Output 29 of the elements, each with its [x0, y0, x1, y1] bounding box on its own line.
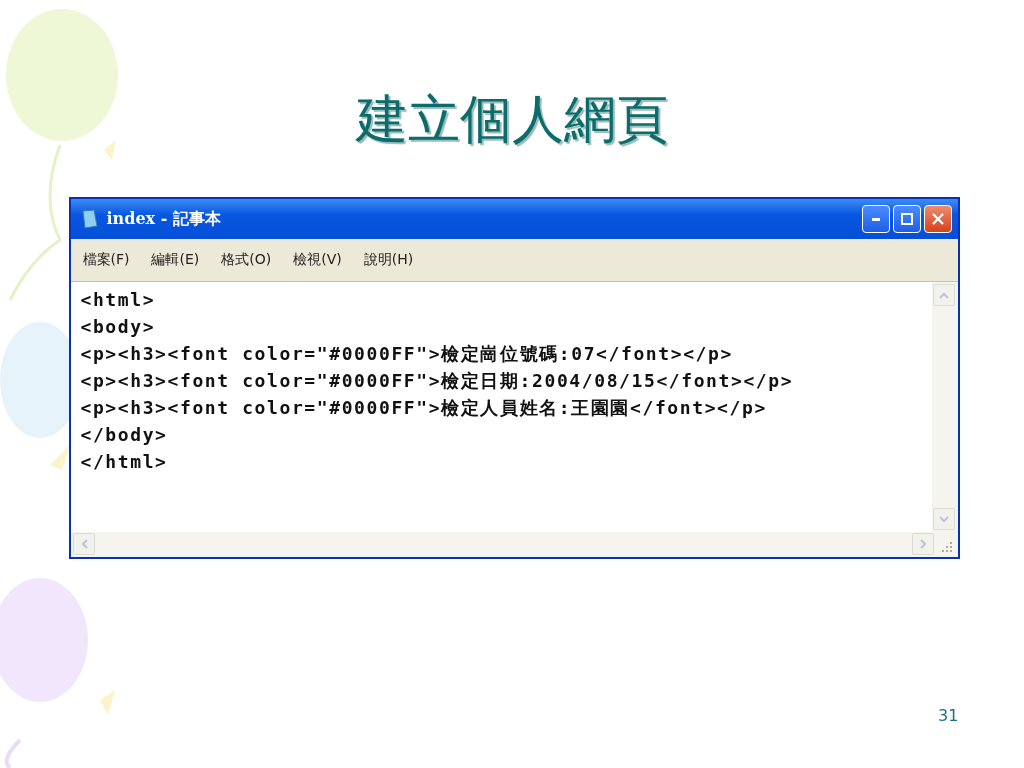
menu-item[interactable]: 格式(O) [221, 251, 272, 269]
maximize-button[interactable] [892, 205, 921, 233]
minimize-button[interactable] [861, 205, 890, 233]
maximize-icon [900, 213, 913, 225]
notepad-icon [80, 209, 99, 229]
vertical-scrollbar[interactable] [931, 282, 958, 532]
minimize-icon [871, 217, 880, 221]
code-line: <body> [80, 315, 157, 339]
page-number: 31 [938, 706, 959, 725]
code-line: <p><h3><font color="#0000FF">檢定日期:2004/08/15</font></p> [80, 369, 795, 393]
code-line: <p><h3><font color="#0000FF">檢定崗位號碼:07</font></p> [80, 342, 734, 366]
resize-grip-icon[interactable] [940, 541, 953, 553]
scroll-down-icon[interactable] [932, 508, 955, 530]
scroll-left-icon[interactable] [72, 533, 95, 555]
code-line: <p><h3><font color="#0000FF">檢定人員姓名:王園園</font></p> [80, 396, 768, 420]
menu-item[interactable]: 說明(H) [363, 251, 414, 269]
window-title: index - 記事本 [106, 208, 222, 230]
code-line: </body> [80, 423, 169, 447]
scroll-up-icon[interactable] [932, 284, 955, 306]
menu-item[interactable]: 編輯(E) [151, 251, 200, 269]
menu-item[interactable]: 檢視(V) [293, 251, 342, 269]
close-icon [931, 213, 944, 225]
close-button[interactable] [923, 205, 952, 233]
code-line: <html> [80, 288, 157, 312]
code-line: </html> [80, 450, 169, 474]
slide-title: 建立個人網頁 [356, 88, 668, 151]
menu-item[interactable]: 檔案(F) [82, 251, 130, 269]
horizontal-scrollbar[interactable] [70, 532, 936, 557]
scroll-right-icon[interactable] [911, 533, 934, 555]
